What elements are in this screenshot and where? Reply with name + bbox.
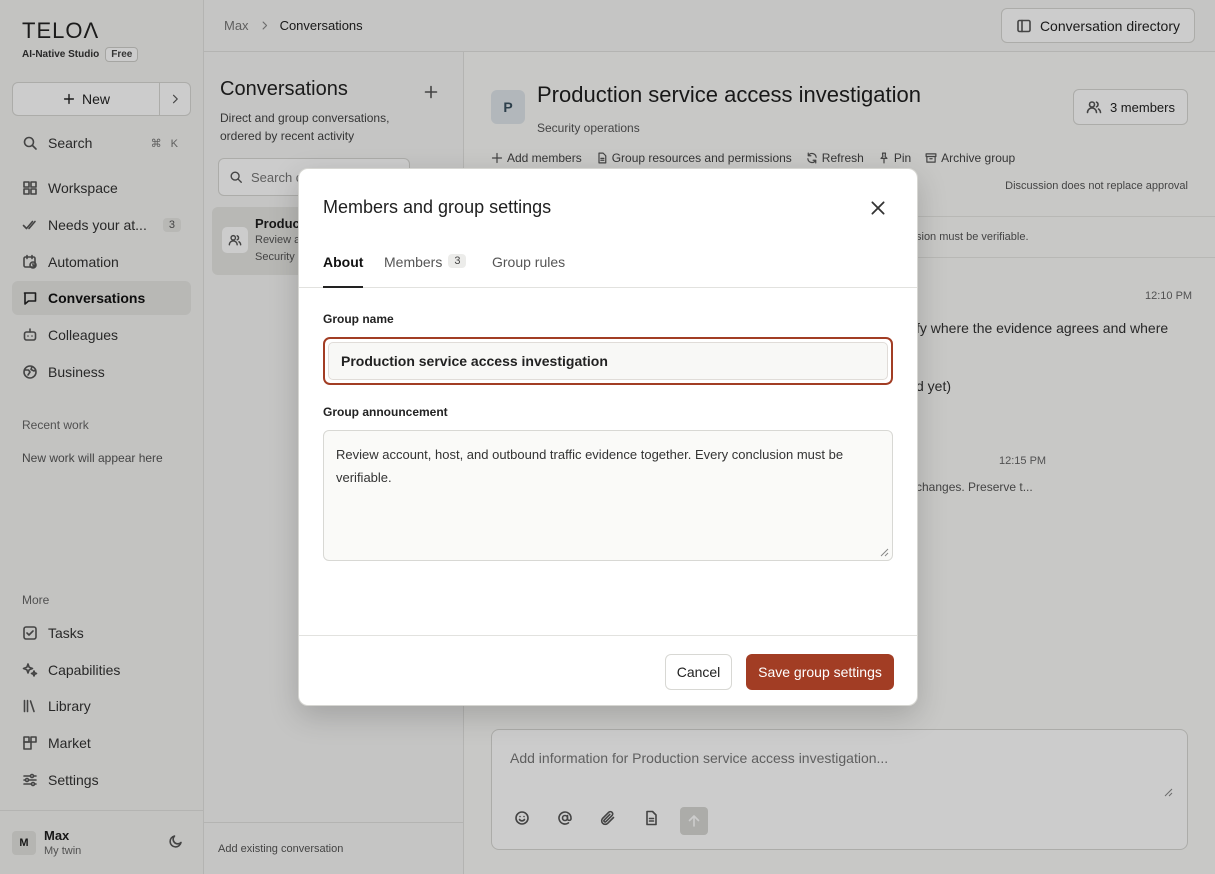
tab-label: Members (384, 254, 443, 270)
save-group-settings-button[interactable]: Save group settings (746, 654, 894, 690)
dialog-tabs: About Members 3 Group rules (299, 241, 917, 288)
tab-label: Group rules (492, 254, 566, 270)
tab-about[interactable]: About (323, 254, 364, 288)
group-announcement-textarea[interactable]: Review account, host, and outbound traff… (323, 430, 893, 561)
group-name-label: Group name (323, 312, 394, 326)
tab-label: About (323, 254, 364, 270)
tab-group-rules[interactable]: Group rules (492, 254, 565, 288)
dialog-title: Members and group settings (323, 197, 552, 217)
resize-handle-icon[interactable] (879, 547, 889, 557)
group-announcement-value: Review account, host, and outbound traff… (336, 447, 844, 485)
dialog-footer-divider (299, 635, 917, 636)
tab-members[interactable]: Members 3 (384, 254, 467, 288)
cancel-button[interactable]: Cancel (665, 654, 732, 690)
group-announcement-label: Group announcement (323, 405, 448, 419)
close-icon[interactable] (869, 199, 887, 217)
members-count-badge: 3 (448, 254, 467, 268)
group-settings-dialog: Members and group settings About Members… (298, 168, 918, 706)
group-name-value: Production service access investigation (328, 342, 888, 380)
group-name-input[interactable]: Production service access investigation (323, 337, 893, 385)
